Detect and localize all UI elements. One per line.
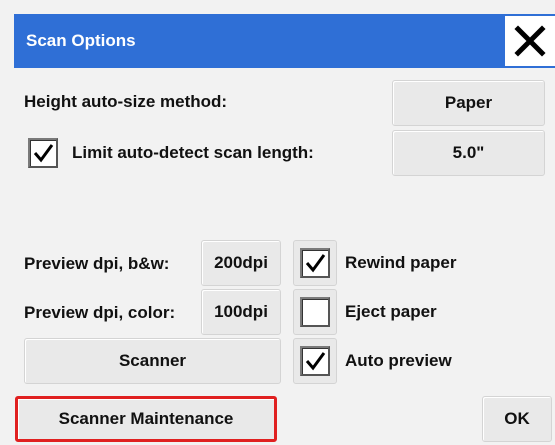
close-icon (514, 25, 546, 57)
rewind-paper-label: Rewind paper (345, 253, 457, 272)
title-bar: Scan Options (14, 14, 555, 68)
preview-color-label: Preview dpi, color: (24, 303, 176, 322)
height-autosize-button[interactable]: Paper (392, 80, 545, 126)
scan-options-dialog: Scan Options Height auto-size method: Pa… (0, 0, 555, 445)
auto-preview-checkbox[interactable] (300, 346, 330, 376)
preview-bw-button[interactable]: 200dpi (201, 240, 281, 286)
eject-paper-label: Eject paper (345, 302, 437, 321)
ok-button[interactable]: OK (482, 396, 552, 442)
auto-preview-label: Auto preview (345, 351, 452, 370)
limit-autodetect-checkbox[interactable] (28, 138, 58, 168)
eject-paper-checkbox[interactable] (300, 297, 330, 327)
checkmark-icon (305, 352, 326, 371)
checkmark-icon (33, 144, 54, 163)
scanner-maintenance-button[interactable]: Scanner Maintenance (15, 396, 277, 442)
preview-bw-label: Preview dpi, b&w: (24, 254, 170, 273)
limit-autodetect-label: Limit auto-detect scan length: (72, 143, 314, 162)
rewind-paper-checkbox[interactable] (300, 248, 330, 278)
height-autosize-label: Height auto-size method: (24, 92, 228, 111)
checkmark-icon (305, 254, 326, 273)
scan-length-button[interactable]: 5.0" (392, 130, 545, 176)
scanner-button[interactable]: Scanner (24, 338, 281, 384)
close-button[interactable] (505, 16, 555, 66)
dialog-title: Scan Options (26, 31, 136, 50)
preview-color-button[interactable]: 100dpi (201, 289, 281, 335)
